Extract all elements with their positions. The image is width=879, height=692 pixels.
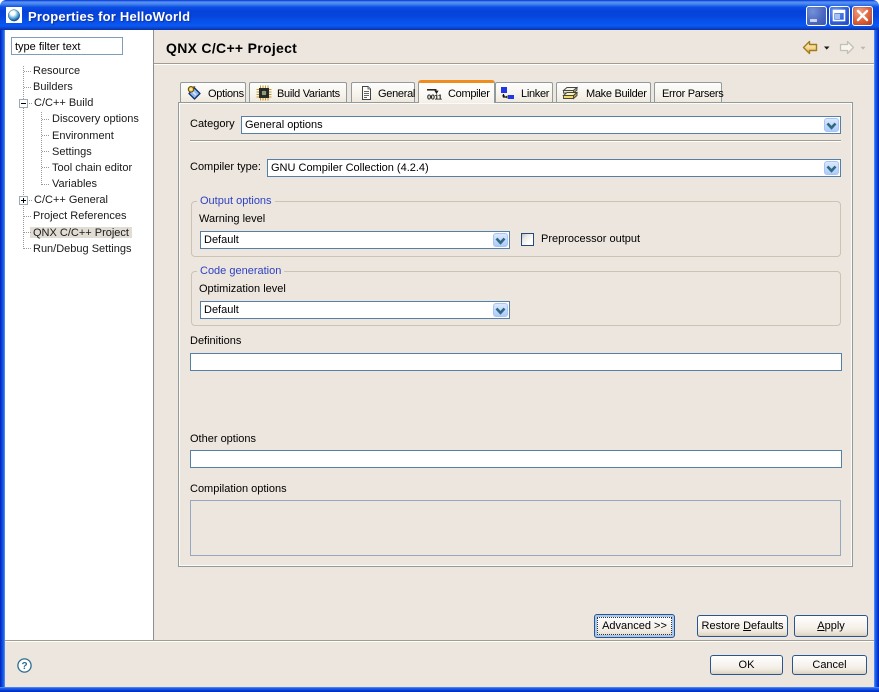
svg-text:?: ? [21,661,27,672]
svg-text:0011: 0011 [427,93,443,102]
